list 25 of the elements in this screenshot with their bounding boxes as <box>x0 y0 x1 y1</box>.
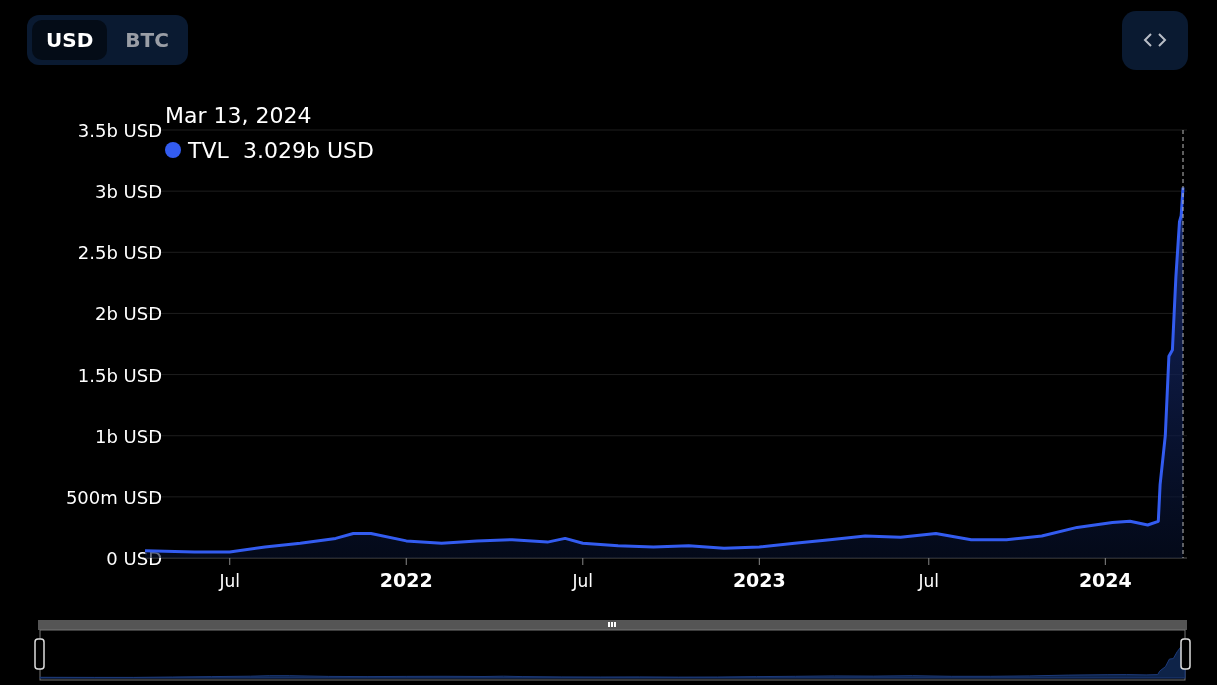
y-axis-label: 0 USD <box>106 548 162 569</box>
series-dot <box>165 142 181 158</box>
grip-icon <box>608 622 616 627</box>
x-axis-label: Jul <box>918 571 940 591</box>
tooltip-series: TVL <box>188 138 229 163</box>
tooltip-value: 3.029b USD <box>243 138 374 163</box>
x-axis-label: Jul <box>572 571 594 591</box>
y-axis-label: 500m USD <box>65 486 162 508</box>
x-axis-label: 2023 <box>732 569 786 591</box>
currency-tab[interactable]: BTC <box>111 20 183 60</box>
y-axis-label: 3.5b USD <box>77 120 162 141</box>
range-handle[interactable] <box>1180 638 1191 670</box>
x-axis-label: 2022 <box>379 569 433 591</box>
currency-tab[interactable]: USD <box>32 20 108 60</box>
range-slider-bar[interactable] <box>38 620 1187 630</box>
y-axis-label: 1b USD <box>94 425 162 447</box>
x-axis-label: 2024 <box>1078 569 1132 591</box>
x-axis-label: Jul <box>219 571 240 591</box>
y-axis-label: 2b USD <box>94 303 162 325</box>
tooltip-date: Mar 13, 2024 <box>165 103 312 128</box>
y-axis-label: 1.5b USD <box>77 364 162 386</box>
code-icon <box>1143 32 1167 48</box>
y-axis-label: 3b USD <box>94 181 162 203</box>
range-handle[interactable] <box>34 638 45 670</box>
y-axis-label: 2.5b USD <box>77 242 162 264</box>
